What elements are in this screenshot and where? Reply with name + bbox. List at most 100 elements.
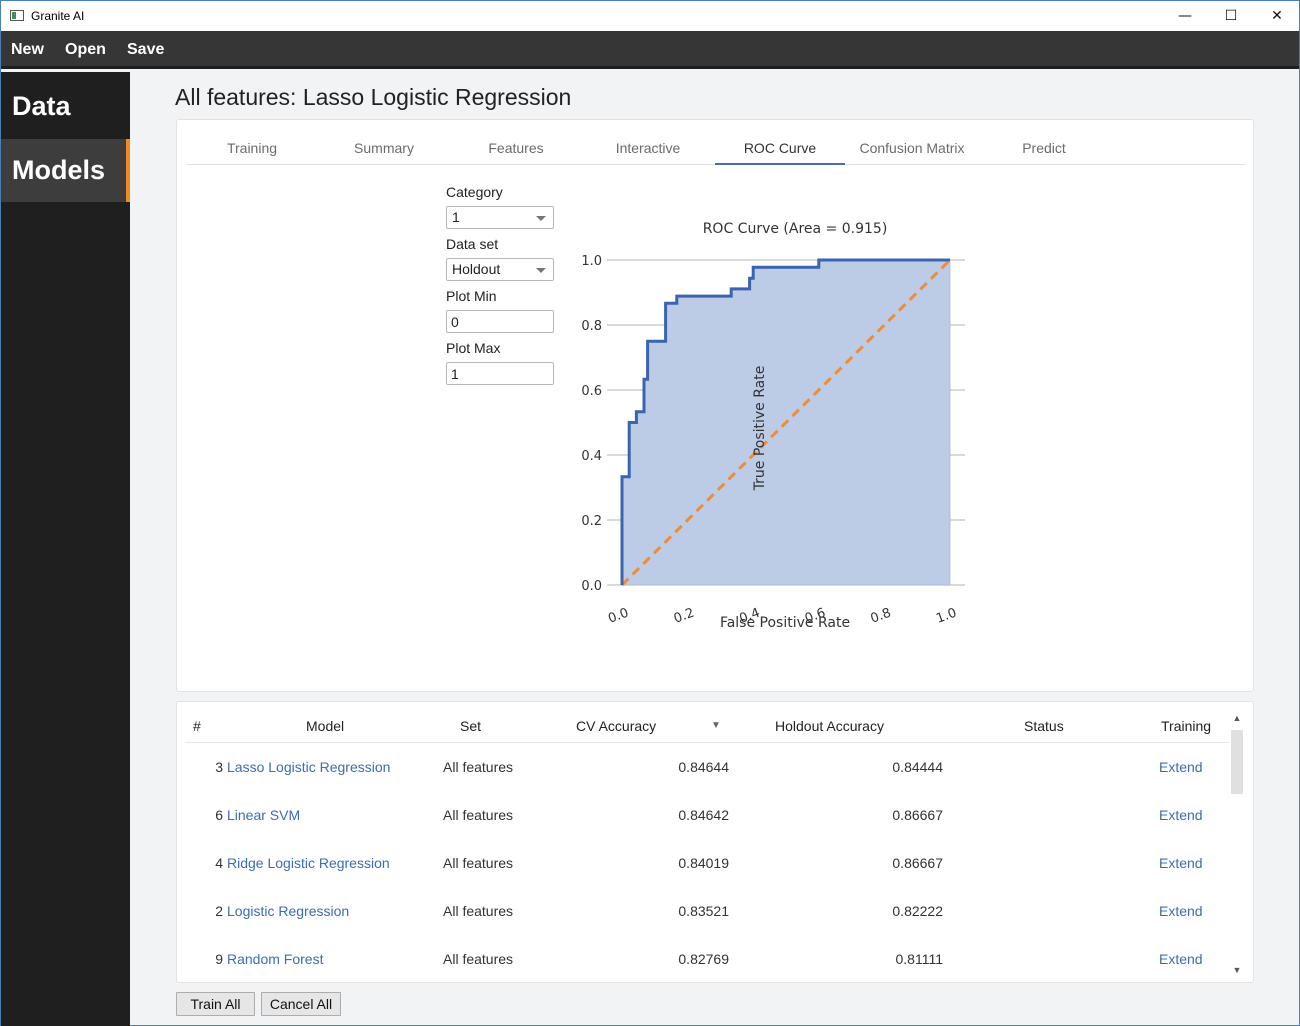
- sidebar-item-models[interactable]: Models: [1, 139, 130, 202]
- extend-link[interactable]: Extend: [1159, 743, 1219, 791]
- y-tick-label: 0.8: [581, 319, 602, 334]
- scroll-thumb[interactable]: [1231, 730, 1243, 794]
- y-tick-label: 0.4: [581, 449, 602, 464]
- window-title: Granite AI: [31, 9, 85, 23]
- tab-confusion-matrix[interactable]: Confusion Matrix: [847, 132, 977, 165]
- chevron-down-icon: [536, 268, 546, 273]
- table-row[interactable]: 6 Linear SVM All features 0.84642 0.86667 Ext…: [177, 791, 1232, 839]
- table-row[interactable]: 2 Logistic Regression All features 0.83521 0…: [177, 887, 1232, 935]
- col-header-num[interactable]: #: [193, 718, 201, 734]
- cv-accuracy: 0.84644: [678, 759, 729, 775]
- minimize-button[interactable]: —: [1162, 1, 1208, 31]
- close-button[interactable]: ✕: [1254, 1, 1300, 31]
- maximize-button[interactable]: ☐: [1208, 1, 1254, 31]
- holdout-accuracy: 0.86667: [892, 855, 943, 871]
- feature-set: All features: [443, 903, 514, 919]
- cv-accuracy: 0.83521: [678, 903, 729, 919]
- y-axis-label: True Positive Rate: [752, 366, 768, 492]
- col-header-training[interactable]: Training: [1161, 718, 1211, 734]
- col-header-set[interactable]: Set: [460, 718, 481, 734]
- row-number: 3: [215, 759, 223, 775]
- chevron-down-icon: [536, 216, 546, 221]
- tab-roc-curve[interactable]: ROC Curve: [715, 132, 845, 165]
- dataset-value: Holdout: [452, 261, 501, 277]
- model-link[interactable]: Lasso Logistic Regression: [227, 743, 427, 791]
- row-number: 9: [215, 951, 223, 967]
- scroll-up-icon[interactable]: ▲: [1231, 712, 1243, 724]
- model-detail-card: Training Summary Features Interactive RO…: [176, 119, 1254, 692]
- feature-set: All features: [443, 951, 514, 967]
- model-link[interactable]: Linear SVM: [227, 791, 427, 839]
- category-value: 1: [452, 209, 460, 225]
- feature-set: All features: [443, 759, 514, 775]
- row-number: 2: [215, 903, 223, 919]
- sidebar: Data Models: [1, 72, 130, 1026]
- x-tick-label: 0.0: [606, 606, 631, 627]
- holdout-accuracy: 0.82222: [892, 903, 943, 919]
- tab-training[interactable]: Training: [187, 132, 317, 165]
- cv-accuracy: 0.84642: [678, 807, 729, 823]
- extend-link[interactable]: Extend: [1159, 791, 1219, 839]
- model-link[interactable]: Random Forest: [227, 935, 427, 982]
- feature-set: All features: [443, 855, 514, 871]
- chart-title: ROC Curve (Area = 0.915): [703, 221, 888, 237]
- row-number: 4: [215, 855, 223, 871]
- train-all-button[interactable]: Train All: [176, 992, 255, 1016]
- tab-predict[interactable]: Predict: [979, 132, 1109, 165]
- row-number: 6: [215, 807, 223, 823]
- menu-save[interactable]: Save: [127, 41, 164, 59]
- models-table: # Model Set CV Accuracy ▼ Holdout Accura…: [176, 701, 1254, 983]
- col-header-model[interactable]: Model: [306, 718, 344, 734]
- col-header-cv-accuracy[interactable]: CV Accuracy: [576, 718, 656, 734]
- holdout-accuracy: 0.84444: [892, 759, 943, 775]
- page-title: All features: Lasso Logistic Regression: [175, 84, 572, 110]
- plot-min-label: Plot Min: [446, 288, 497, 304]
- extend-link[interactable]: Extend: [1159, 839, 1219, 887]
- plot-max-input[interactable]: [446, 362, 554, 385]
- tab-features[interactable]: Features: [451, 132, 581, 165]
- dataset-select[interactable]: Holdout: [446, 258, 554, 281]
- x-tick-label: 1.0: [934, 606, 959, 627]
- cv-accuracy: 0.82769: [678, 951, 729, 967]
- scroll-down-icon[interactable]: ▼: [1231, 964, 1243, 976]
- col-header-status[interactable]: Status: [1024, 718, 1064, 734]
- x-axis-label: False Positive Rate: [720, 615, 850, 631]
- menu-open[interactable]: Open: [65, 41, 106, 59]
- app-window: Granite AI — ☐ ✕ New Open Save Data Mode…: [0, 0, 1300, 1026]
- table-row[interactable]: 9 Random Forest All features 0.82769 0.81111…: [177, 935, 1232, 982]
- x-tick-label: 0.2: [672, 606, 697, 627]
- dataset-label: Data set: [446, 236, 499, 252]
- sidebar-item-data[interactable]: Data: [1, 75, 130, 138]
- extend-link[interactable]: Extend: [1159, 887, 1219, 935]
- menu-new[interactable]: New: [11, 41, 44, 59]
- sort-desc-icon[interactable]: ▼: [711, 720, 721, 731]
- tab-bar: Training Summary Features Interactive RO…: [187, 132, 1245, 165]
- x-tick-label: 0.8: [869, 606, 894, 627]
- y-tick-label: 1.0: [581, 254, 602, 269]
- tab-interactive[interactable]: Interactive: [583, 132, 713, 165]
- cancel-all-button[interactable]: Cancel All: [261, 992, 341, 1016]
- plot-min-input[interactable]: [446, 310, 554, 333]
- holdout-accuracy: 0.86667: [892, 807, 943, 823]
- category-label: Category: [446, 184, 503, 200]
- menu-bar: New Open Save: [1, 31, 1299, 69]
- holdout-accuracy: 0.81111: [895, 951, 944, 967]
- extend-link[interactable]: Extend: [1159, 935, 1219, 982]
- y-tick-label: 0.2: [581, 514, 602, 529]
- app-icon: [10, 10, 24, 21]
- model-link[interactable]: Ridge Logistic Regression: [227, 839, 427, 887]
- plot-max-label: Plot Max: [446, 340, 501, 356]
- model-link[interactable]: Logistic Regression: [227, 887, 427, 935]
- cv-accuracy: 0.84019: [678, 855, 729, 871]
- title-bar: Granite AI — ☐ ✕: [1, 1, 1299, 31]
- table-row[interactable]: 3 Lasso Logistic Regression All features 0.…: [177, 743, 1232, 791]
- table-scrollbar[interactable]: ▲ ▼: [1229, 710, 1243, 978]
- category-select[interactable]: 1: [446, 206, 554, 229]
- roc-chart: ROC Curve (Area = 0.915) 0.0 0.2 0.4 0.6 0.8…: [581, 221, 965, 631]
- table-row[interactable]: 4 Ridge Logistic Regression All features 0.…: [177, 839, 1232, 887]
- y-tick-label: 0.6: [581, 384, 602, 399]
- col-header-holdout-accuracy[interactable]: Holdout Accuracy: [775, 718, 884, 734]
- tab-summary[interactable]: Summary: [319, 132, 449, 165]
- y-tick-label: 0.0: [581, 579, 602, 594]
- feature-set: All features: [443, 807, 514, 823]
